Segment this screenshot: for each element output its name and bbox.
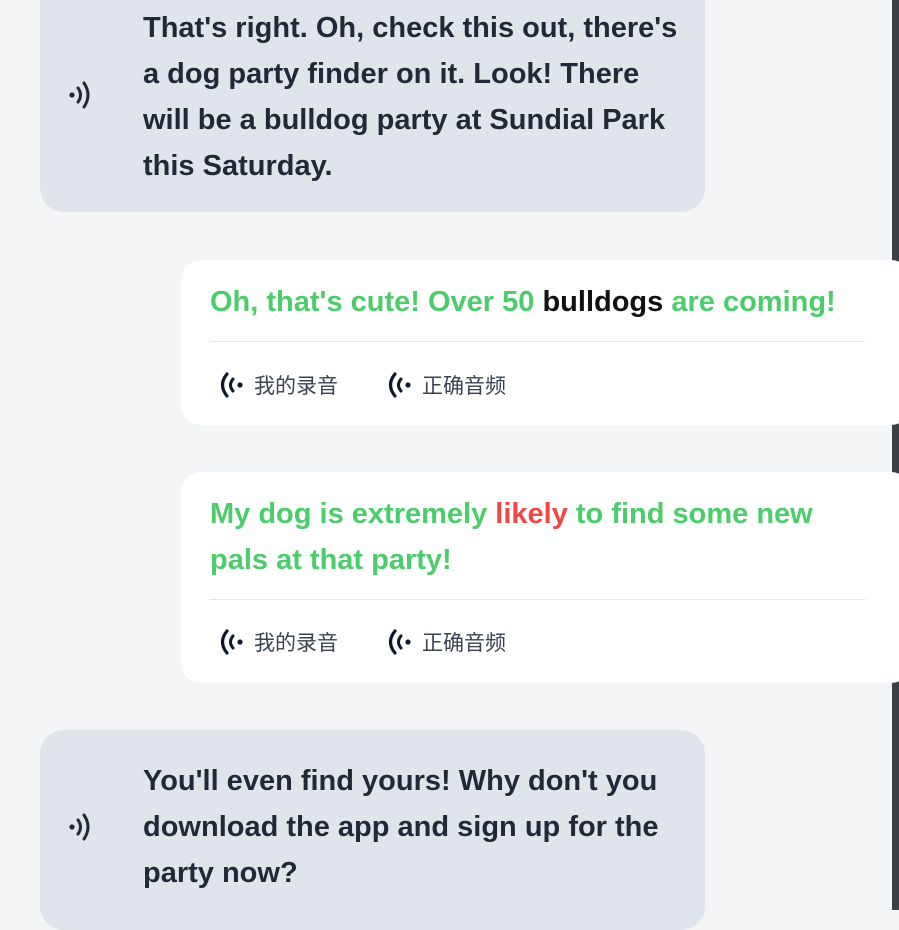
audio-wave-icon [388,629,411,655]
my-recording-button[interactable]: 我的录音 [216,627,338,657]
wrong-word-span: likely [495,498,568,530]
correct-word-span: Oh, that's cute! Over 50 [210,286,543,318]
card-divider [210,599,865,600]
neutral-word-span: bulldogs [542,286,664,318]
audio-wave-icon [388,372,411,398]
speaker-wave-icon[interactable] [66,811,98,843]
right-edge-strip [892,0,899,910]
correct-audio-label: 正确音频 [422,631,506,655]
speaker-message-bubble: You'll even find yours! Why don't you do… [40,730,705,930]
correct-audio-button[interactable]: 正确音频 [384,627,506,657]
audio-wave-icon [220,629,243,655]
card-divider [210,341,865,342]
speaker-message-text: You'll even find yours! Why don't you do… [143,765,659,889]
correct-word-span: are coming! [663,286,836,318]
my-recording-label: 我的录音 [254,631,338,655]
correct-word-span: My dog is extremely [210,498,496,530]
user-sentence-text: My dog is extremely likely to find some … [210,491,851,583]
my-recording-label: 我的录音 [254,374,338,398]
speaker-wave-icon[interactable] [66,79,98,111]
speaker-message-text: That's right. Oh, check this out, there'… [143,12,678,182]
audio-actions: 我的录音 正确音频 [216,627,552,657]
my-recording-button[interactable]: 我的录音 [216,370,338,400]
speaker-message-bubble: That's right. Oh, check this out, there'… [40,0,705,212]
audio-actions: 我的录音 正确音频 [216,370,552,400]
user-sentence-card: My dog is extremely likely to find some … [181,472,899,683]
user-sentence-text: Oh, that's cute! Over 50 bulldogs are co… [210,279,851,325]
correct-audio-button[interactable]: 正确音频 [384,370,506,400]
correct-audio-label: 正确音频 [422,374,506,398]
user-sentence-card: Oh, that's cute! Over 50 bulldogs are co… [181,260,899,425]
audio-wave-icon [220,372,243,398]
